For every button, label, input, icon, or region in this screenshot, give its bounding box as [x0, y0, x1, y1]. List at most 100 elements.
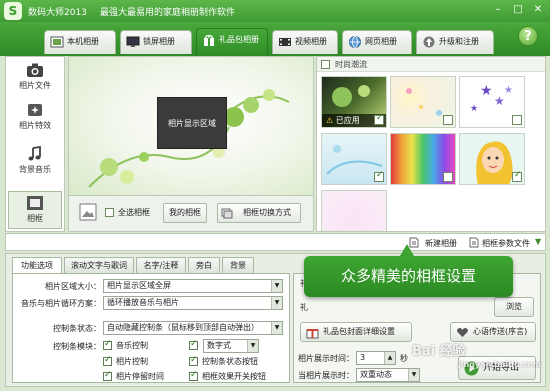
photo-album-icon — [50, 36, 64, 48]
frame-select-checkbox[interactable] — [512, 115, 522, 125]
sidebar-item-label: 相框 — [27, 214, 43, 223]
tab-background[interactable]: 背景 — [222, 257, 254, 273]
frame-params-link[interactable]: 相框参数文件 — [482, 238, 530, 249]
greeting-button[interactable]: 心语传送(序言) — [450, 322, 536, 342]
photo-pause-label: 相片停留时间 — [116, 372, 164, 381]
category-checkbox[interactable] — [321, 60, 330, 69]
tab-name-notes[interactable]: 名字/注释 — [136, 257, 186, 273]
close-icon[interactable]: ✕ — [530, 3, 546, 17]
settings-form: 相片区域大小： 相片显示区域全屏 ▼ 音乐与相片循环方案： 循环播放音乐与相片 … — [12, 273, 290, 383]
frame-toolbar: 新建相册 相框参数文件 ▼ — [5, 233, 546, 251]
dropdown-arrow-icon: ▼ — [271, 322, 282, 334]
tab-web-album[interactable]: 网页相册 — [342, 30, 412, 54]
sidebar-item-photo-files[interactable]: 相片文件 — [8, 59, 62, 97]
svg-text:★: ★ — [504, 85, 513, 96]
gift-text-partial: 礼 — [300, 303, 308, 312]
current-display-value: 双重动态 — [360, 370, 392, 379]
control-bar-label: 控制条状态： — [53, 324, 101, 333]
help-icon[interactable]: ? — [518, 26, 538, 46]
my-frames-button[interactable]: 我的相框 — [163, 203, 207, 223]
browse-button[interactable]: 浏览 — [494, 297, 534, 317]
gift-icon — [306, 329, 319, 339]
frame-thumb-3[interactable]: ★ ★ ★ ★ — [459, 76, 525, 128]
new-frame-link[interactable]: 新建相册 — [425, 238, 457, 249]
gift-icon — [204, 34, 214, 46]
display-time-input[interactable]: 3 ▲ — [356, 351, 396, 365]
sidebar-item-photo-effects[interactable]: 相片特效 — [8, 99, 62, 137]
frame-select-checkbox[interactable] — [374, 170, 384, 182]
applied-label: 已应用 — [335, 116, 360, 125]
current-display-label: 当相片展示时： — [298, 371, 354, 380]
tab-label: 锁屏相册 — [143, 37, 175, 46]
loop-value: 循环播放音乐与相片 — [107, 298, 179, 307]
watermark-url: jingyan.baidu.com — [458, 360, 542, 369]
control-bar-value: 自动隐藏控制条（鼠标移到顶部自动弹出） — [107, 323, 259, 332]
control-bar-select[interactable]: 自动隐藏控制条（鼠标移到顶部自动弹出） ▼ — [103, 321, 283, 335]
tab-upgrade-register[interactable]: 升级和注册 — [416, 30, 494, 54]
spinner-icon: ▲ — [384, 352, 395, 364]
frame-select-checkbox[interactable] — [374, 113, 384, 125]
svg-text:★: ★ — [470, 104, 478, 114]
minimize-icon[interactable]: – — [490, 3, 506, 17]
dropdown-arrow-icon: ▼ — [271, 297, 282, 309]
tab-scrolling-text[interactable]: 滚动文字与歌词 — [64, 257, 134, 273]
loop-label: 音乐与相片循环方案： — [21, 299, 101, 308]
switch-mode-button[interactable]: 相框切换方式 — [217, 203, 301, 223]
category-label: 时尚潮流 — [335, 60, 367, 69]
frame-select-checkbox[interactable] — [443, 172, 453, 182]
tab-local-album[interactable]: 本机相册 — [44, 30, 116, 54]
sidebar: 相片文件 相片特效 背景音乐 相框 — [5, 56, 65, 232]
chevron-down-icon[interactable]: ▼ — [535, 237, 541, 246]
frame-thumb-1[interactable]: ⚠ 已应用 — [321, 76, 387, 128]
camera-icon — [27, 63, 43, 77]
sidebar-item-frame[interactable]: 相框 — [8, 191, 62, 229]
frame-select-checkbox[interactable] — [443, 115, 453, 125]
film-icon — [279, 38, 291, 46]
frame-thumb-6[interactable] — [459, 133, 525, 185]
dropdown-arrow-icon: ▼ — [408, 369, 419, 381]
select-all-label: 全选相框 — [118, 208, 150, 217]
tab-label: 升级和注册 — [439, 37, 479, 46]
frame-thumb-5[interactable] — [390, 133, 456, 185]
frame-thumb-7[interactable] — [321, 190, 387, 231]
sidebar-item-label: 背景音乐 — [19, 165, 51, 174]
maximize-icon[interactable]: □ — [510, 3, 526, 17]
sidebar-item-bg-music[interactable]: 背景音乐 — [8, 143, 62, 181]
dropdown-arrow-icon: ▼ — [247, 340, 258, 352]
globe-icon — [349, 36, 361, 48]
music-control-label: 音乐控制 — [116, 341, 148, 350]
switch-mode-label: 相框切换方式 — [243, 208, 291, 217]
current-display-select[interactable]: 双重动态 ▼ — [356, 368, 420, 382]
svg-text:★: ★ — [480, 83, 493, 99]
warning-icon: ⚠ — [326, 116, 334, 125]
digital-mode-select[interactable]: 数字式 ▼ — [203, 339, 259, 353]
gift-detail-button[interactable]: 礼品包封面详细设置 — [300, 322, 412, 342]
frame-thumb-2[interactable] — [390, 76, 456, 128]
photo-display-area: 相片显示区域 — [157, 97, 227, 149]
select-all-checkbox[interactable] — [105, 208, 114, 217]
title-bar: S 数码大师2013 最强大最易用的家庭相册制作软件 – □ ✕ — [0, 0, 550, 22]
upgrade-icon — [423, 36, 435, 48]
display-time-label: 相片展示时间： — [298, 354, 354, 363]
tab-label: 网页相册 — [365, 37, 397, 46]
greeting-label: 心语传送(序言) — [473, 327, 528, 336]
display-time-value: 3 — [360, 353, 366, 362]
tab-function-options[interactable]: 功能选项 — [12, 257, 62, 274]
tab-narration[interactable]: 旁白 — [188, 257, 220, 273]
preview-controls: 全选相框 我的相框 相框切换方式 — [68, 196, 314, 232]
image-icon[interactable] — [79, 203, 97, 221]
tab-video-album[interactable]: 视频相册 — [272, 30, 338, 54]
frame-select-checkbox[interactable] — [512, 170, 522, 182]
watermark-logo: Bai 经验 — [412, 344, 466, 359]
main-tab-bar: 本机相册 锁屏相册 礼品包相册 视频相册 网页相册 升级和注册 — [0, 22, 550, 56]
loop-select[interactable]: 循环播放音乐与相片 ▼ — [103, 296, 283, 310]
tab-lockscreen-album[interactable]: 锁屏相册 — [120, 30, 192, 54]
sidebar-item-label: 相片文件 — [19, 81, 51, 90]
control-status-label: 控制条状态按钮 — [202, 357, 258, 366]
photo-size-select[interactable]: 相片显示区域全屏 ▼ — [103, 279, 283, 293]
app-title: 数码大师2013 — [28, 8, 87, 18]
feature-callout: 众多精美的相框设置 — [304, 256, 513, 297]
frame-thumb-4[interactable] — [321, 133, 387, 185]
monitor-icon — [126, 36, 140, 47]
tab-gift-album[interactable]: 礼品包相册 — [196, 28, 268, 56]
